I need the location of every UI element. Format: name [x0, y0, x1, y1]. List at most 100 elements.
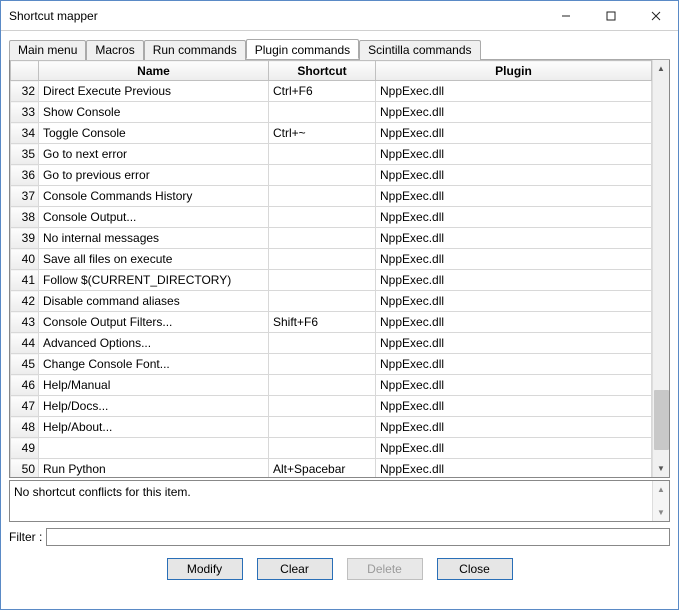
status-scroll-down-icon[interactable]: ▼: [653, 504, 669, 521]
row-name: Disable command aliases: [39, 291, 269, 312]
row-plugin: NppExec.dll: [376, 291, 652, 312]
row-name: Change Console Font...: [39, 354, 269, 375]
row-name: Save all files on execute: [39, 249, 269, 270]
window-title: Shortcut mapper: [1, 9, 543, 23]
table-row[interactable]: 47Help/Docs... NppExec.dll: [11, 396, 652, 417]
row-shortcut: Shift+F6: [269, 312, 376, 333]
row-index: 40: [11, 249, 39, 270]
row-name: Direct Execute Previous: [39, 81, 269, 102]
filter-input[interactable]: [46, 528, 670, 546]
row-index: 47: [11, 396, 39, 417]
delete-button: Delete: [347, 558, 423, 580]
minimize-button[interactable]: [543, 1, 588, 30]
row-shortcut: [269, 291, 376, 312]
row-plugin: NppExec.dll: [376, 333, 652, 354]
column-header-plugin[interactable]: Plugin: [376, 61, 652, 81]
row-index: 45: [11, 354, 39, 375]
row-shortcut: [269, 438, 376, 459]
row-index: 39: [11, 228, 39, 249]
row-shortcut: [269, 396, 376, 417]
row-plugin: NppExec.dll: [376, 249, 652, 270]
table-row[interactable]: 37Console Commands HistoryNppExec.dll: [11, 186, 652, 207]
row-name: [39, 438, 269, 459]
row-name: Advanced Options...: [39, 333, 269, 354]
table-row[interactable]: 39No internal messages NppExec.dll: [11, 228, 652, 249]
table-row[interactable]: 35Go to next error NppExec.dll: [11, 144, 652, 165]
row-name: Console Output...: [39, 207, 269, 228]
row-shortcut: Alt+Spacebar: [269, 459, 376, 478]
table-row[interactable]: 36Go to previous errorNppExec.dll: [11, 165, 652, 186]
row-shortcut: [269, 102, 376, 123]
scroll-up-icon[interactable]: ▲: [653, 60, 669, 77]
tab-main-menu[interactable]: Main menu: [9, 40, 86, 60]
table-row[interactable]: 46Help/ManualNppExec.dll: [11, 375, 652, 396]
table-row[interactable]: 41Follow $(CURRENT_DIRECTORY)NppExec.dll: [11, 270, 652, 291]
tab-plugin-commands[interactable]: Plugin commands: [246, 39, 359, 59]
modify-button[interactable]: Modify: [167, 558, 243, 580]
table-row[interactable]: 40Save all files on execute NppExec.dll: [11, 249, 652, 270]
close-button[interactable]: [633, 1, 678, 30]
row-name: Follow $(CURRENT_DIRECTORY): [39, 270, 269, 291]
row-index: 41: [11, 270, 39, 291]
row-plugin: NppExec.dll: [376, 81, 652, 102]
table-row[interactable]: 45Change Console Font...NppExec.dll: [11, 354, 652, 375]
column-header-name[interactable]: Name: [39, 61, 269, 81]
scroll-thumb[interactable]: [654, 390, 669, 450]
filter-label: Filter :: [9, 530, 44, 544]
row-shortcut: Ctrl+~: [269, 123, 376, 144]
column-header-shortcut[interactable]: Shortcut: [269, 61, 376, 81]
clear-button[interactable]: Clear: [257, 558, 333, 580]
row-name: No internal messages: [39, 228, 269, 249]
tab-scintilla-commands[interactable]: Scintilla commands: [359, 40, 480, 60]
titlebar: Shortcut mapper: [1, 1, 678, 31]
row-name: Toggle Console: [39, 123, 269, 144]
table-row[interactable]: 42Disable command aliases NppExec.dll: [11, 291, 652, 312]
tab-bar: Main menuMacrosRun commandsPlugin comman…: [9, 39, 670, 60]
row-index: 32: [11, 81, 39, 102]
status-scroll-up-icon[interactable]: ▲: [653, 481, 669, 498]
maximize-button[interactable]: [588, 1, 633, 30]
tab-run-commands[interactable]: Run commands: [144, 40, 246, 60]
shortcut-table: Name Shortcut Plugin 32Direct Execute Pr…: [10, 60, 652, 477]
row-shortcut: [269, 144, 376, 165]
row-index: 42: [11, 291, 39, 312]
row-index: 35: [11, 144, 39, 165]
row-shortcut: [269, 228, 376, 249]
row-name: Console Output Filters...: [39, 312, 269, 333]
row-index: 48: [11, 417, 39, 438]
table-row[interactable]: 48Help/About...NppExec.dll: [11, 417, 652, 438]
row-plugin: NppExec.dll: [376, 438, 652, 459]
table-row[interactable]: 44Advanced Options... NppExec.dll: [11, 333, 652, 354]
table-row[interactable]: 32Direct Execute PreviousCtrl+F6NppExec.…: [11, 81, 652, 102]
row-name: Help/Docs...: [39, 396, 269, 417]
row-plugin: NppExec.dll: [376, 396, 652, 417]
table-row[interactable]: 34Toggle ConsoleCtrl+~NppExec.dll: [11, 123, 652, 144]
table-row[interactable]: 33Show ConsoleNppExec.dll: [11, 102, 652, 123]
table-row[interactable]: 43Console Output Filters...Shift+F6NppEx…: [11, 312, 652, 333]
table-row[interactable]: 49NppExec.dll: [11, 438, 652, 459]
column-header-index[interactable]: [11, 61, 39, 81]
row-plugin: NppExec.dll: [376, 312, 652, 333]
tab-macros[interactable]: Macros: [86, 40, 143, 60]
row-plugin: NppExec.dll: [376, 228, 652, 249]
row-shortcut: [269, 186, 376, 207]
shortcut-table-wrap: Name Shortcut Plugin 32Direct Execute Pr…: [9, 60, 670, 478]
row-plugin: NppExec.dll: [376, 375, 652, 396]
row-index: 46: [11, 375, 39, 396]
table-scrollbar[interactable]: ▲ ▼: [652, 60, 669, 477]
row-shortcut: Ctrl+F6: [269, 81, 376, 102]
row-index: 34: [11, 123, 39, 144]
row-name: Go to next error: [39, 144, 269, 165]
status-box: No shortcut conflicts for this item. ▲ ▼: [9, 480, 670, 522]
close-dialog-button[interactable]: Close: [437, 558, 513, 580]
row-index: 44: [11, 333, 39, 354]
status-scrollbar[interactable]: ▲ ▼: [652, 481, 669, 521]
row-index: 50: [11, 459, 39, 478]
row-plugin: NppExec.dll: [376, 123, 652, 144]
row-index: 38: [11, 207, 39, 228]
table-row[interactable]: 50Run PythonAlt+SpacebarNppExec.dll: [11, 459, 652, 478]
row-index: 33: [11, 102, 39, 123]
scroll-down-icon[interactable]: ▼: [653, 460, 669, 477]
row-plugin: NppExec.dll: [376, 144, 652, 165]
table-row[interactable]: 38Console Output...NppExec.dll: [11, 207, 652, 228]
